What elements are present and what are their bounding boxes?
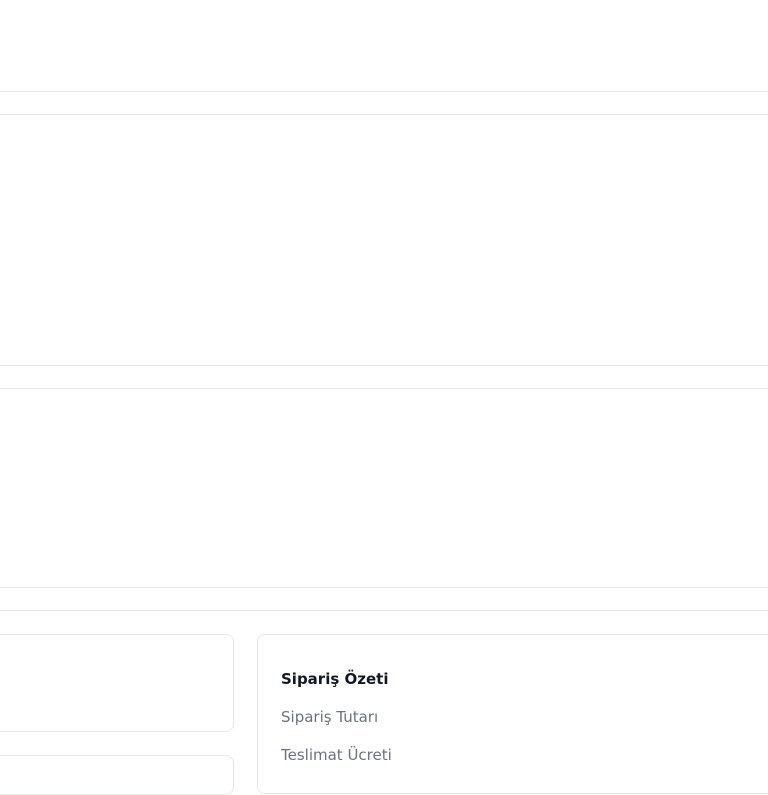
divider — [0, 91, 768, 92]
order-amount-label: Sipariş Tutarı — [281, 708, 379, 726]
info-card — [0, 634, 234, 732]
divider — [0, 587, 768, 588]
order-summary-title: Sipariş Özeti — [281, 670, 389, 688]
delivery-fee-label: Teslimat Ücreti — [281, 746, 392, 764]
content-section — [0, 389, 768, 587]
content-section — [0, 115, 768, 365]
page-header-area — [0, 0, 768, 91]
divider — [0, 610, 768, 611]
order-summary-card: Sipariş Özeti Sipariş Tutarı Teslimat Üc… — [257, 634, 768, 794]
divider — [0, 365, 768, 366]
info-card — [0, 755, 234, 795]
